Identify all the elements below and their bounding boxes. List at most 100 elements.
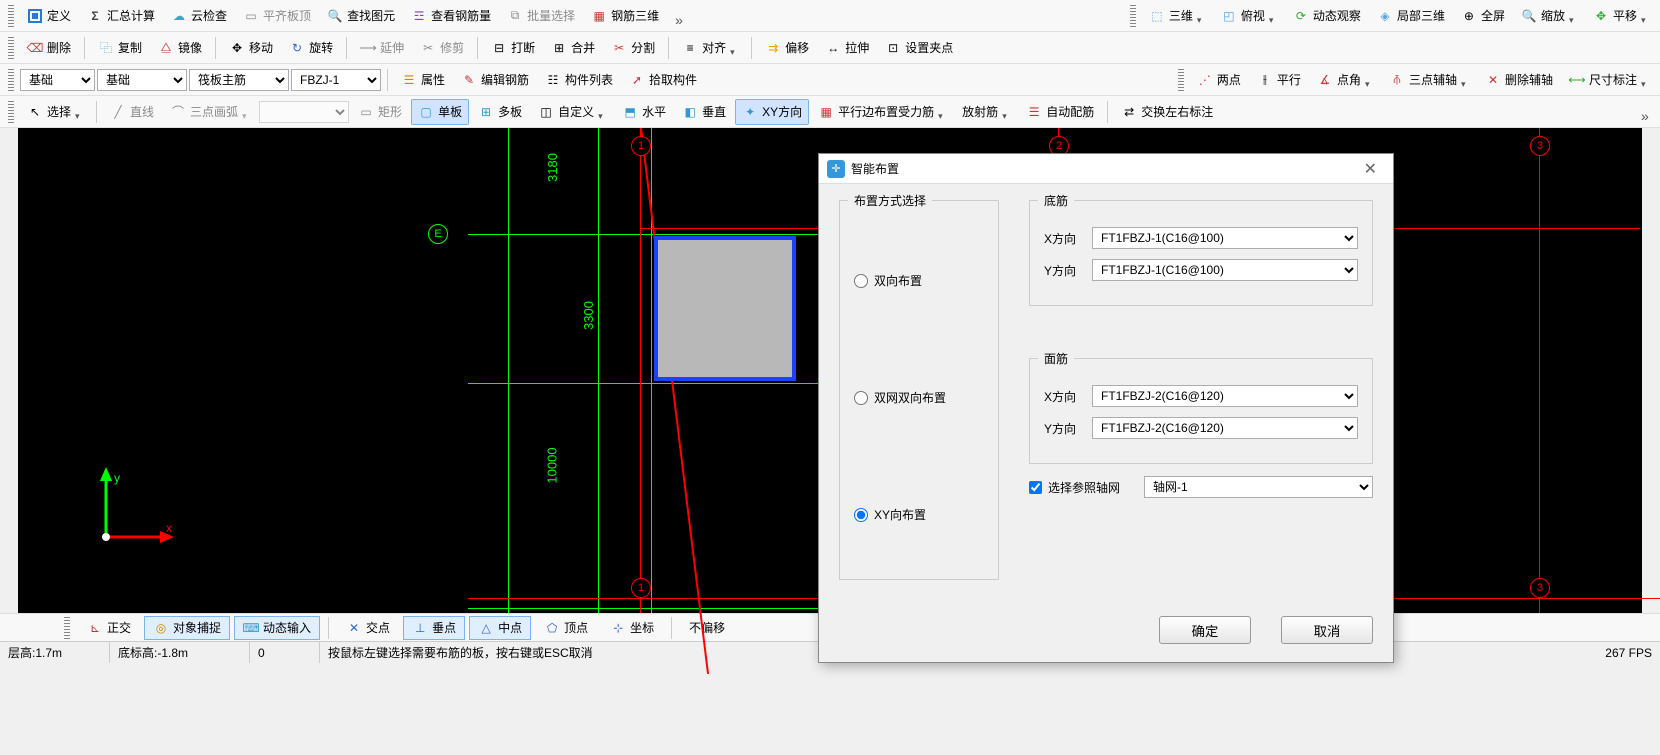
coord-snap[interactable]: ⊹坐标 bbox=[601, 616, 663, 640]
top-x-select[interactable]: FT1FBZJ-2(C16@120) bbox=[1092, 385, 1358, 407]
dimension-button[interactable]: ⟷尺寸标注 bbox=[1562, 67, 1656, 93]
rotate-button[interactable]: ↻旋转 bbox=[282, 35, 340, 61]
no-offset-toggle[interactable]: 不偏移 bbox=[680, 616, 734, 640]
dropdown-icon bbox=[1641, 76, 1649, 84]
mirror-button[interactable]: ⧋镜像 bbox=[151, 35, 209, 61]
line-button[interactable]: ╱直线 bbox=[103, 99, 161, 125]
fullscreen-button[interactable]: ⊕全屏 bbox=[1454, 3, 1512, 29]
toolbar-handle[interactable] bbox=[1130, 5, 1136, 27]
toolbar-handle[interactable] bbox=[8, 5, 14, 27]
toolbar-handle[interactable] bbox=[1178, 69, 1184, 91]
bottom-x-select[interactable]: FT1FBZJ-1(C16@100) bbox=[1092, 227, 1358, 249]
extend-button[interactable]: ⟶延伸 bbox=[353, 35, 411, 61]
parallel-button[interactable]: ⫲平行 bbox=[1250, 67, 1308, 93]
move-button[interactable]: ✥移动 bbox=[222, 35, 280, 61]
three-point-aux-button[interactable]: ⫚三点辅轴 bbox=[1382, 67, 1476, 93]
multi-plate-button[interactable]: ⊞多板 bbox=[471, 99, 529, 125]
auto-rebar-button[interactable]: ☰自动配筋 bbox=[1019, 99, 1101, 125]
radio-xy-input[interactable] bbox=[854, 508, 868, 522]
local-3d-button[interactable]: ◈局部三维 bbox=[1370, 3, 1452, 29]
top-y-select[interactable]: FT1FBZJ-2(C16@120) bbox=[1092, 417, 1358, 439]
category-1-select[interactable]: 基础 bbox=[20, 69, 95, 91]
drawing-canvas[interactable]: 3180 3300 10000 E 1 2 3 1 3 y x ✛ 智能布置 bbox=[0, 128, 1660, 613]
ok-button[interactable]: 确定 bbox=[1159, 616, 1251, 644]
trim-icon: ✂ bbox=[420, 40, 436, 56]
dynamic-input-toggle[interactable]: ⌨动态输入 bbox=[234, 616, 320, 640]
sum-calc-button[interactable]: Σ汇总计算 bbox=[80, 3, 162, 29]
edit-rebar-button[interactable]: ✎编辑钢筋 bbox=[454, 67, 536, 93]
flat-top-button[interactable]: ▭平齐板顶 bbox=[236, 3, 318, 29]
category-2-select[interactable]: 基础 bbox=[97, 69, 187, 91]
angle-button[interactable]: ∡点角 bbox=[1310, 67, 1380, 93]
radio-bidirectional[interactable]: 双向布置 bbox=[854, 272, 984, 289]
toolbar-handle[interactable] bbox=[64, 617, 70, 639]
find-element-button[interactable]: 🔍查找图元 bbox=[320, 3, 402, 29]
toolbar1-overflow[interactable] bbox=[668, 3, 690, 29]
reference-axis-label: 选择参照轴网 bbox=[1048, 479, 1120, 496]
category-4-select[interactable]: FBZJ-1 bbox=[291, 69, 381, 91]
trim-button[interactable]: ✂修剪 bbox=[413, 35, 471, 61]
custom-button[interactable]: ◫自定义 bbox=[531, 99, 613, 125]
ortho-toggle[interactable]: ⊾正交 bbox=[78, 616, 140, 640]
dialog-close-button[interactable]: ✕ bbox=[1356, 157, 1385, 181]
pick-component-button[interactable]: ➚拾取构件 bbox=[622, 67, 704, 93]
top-view-button[interactable]: ◰俯视 bbox=[1214, 3, 1284, 29]
3d-view-button[interactable]: ⬚三维 bbox=[1142, 3, 1212, 29]
split-button[interactable]: ✂分割 bbox=[604, 35, 662, 61]
pan-button[interactable]: ✥平移 bbox=[1586, 3, 1656, 29]
select-button[interactable]: ↖选择 bbox=[20, 99, 90, 125]
offset-button[interactable]: ⇉偏移 bbox=[758, 35, 816, 61]
batch-select-button[interactable]: ⧉批量选择 bbox=[500, 3, 582, 29]
sigma-icon: Σ bbox=[87, 8, 103, 24]
view-rebar-button[interactable]: ☲查看钢筋量 bbox=[404, 3, 498, 29]
rebar-3d-button[interactable]: ▦钢筋三维 bbox=[584, 3, 666, 29]
radio-dual-grid[interactable]: 双网双向布置 bbox=[854, 389, 984, 406]
delete-aux-button[interactable]: ✕删除辅轴 bbox=[1478, 67, 1560, 93]
category-3-select[interactable]: 筏板主筋 bbox=[189, 69, 289, 91]
toolbar-handle[interactable] bbox=[8, 37, 14, 59]
toolbar-handle[interactable] bbox=[8, 69, 14, 91]
merge-button[interactable]: ⊞合并 bbox=[544, 35, 602, 61]
dialog-titlebar[interactable]: ✛ 智能布置 ✕ bbox=[819, 154, 1393, 184]
draw-mode-select[interactable] bbox=[259, 101, 349, 123]
zoom-button[interactable]: 🔍缩放 bbox=[1514, 3, 1584, 29]
reference-axis-select[interactable]: 轴网-1 bbox=[1144, 476, 1373, 498]
vertex-snap[interactable]: ⬠顶点 bbox=[535, 616, 597, 640]
radio-bi-input[interactable] bbox=[854, 274, 868, 288]
perpendicular-snap[interactable]: ⊥垂点 bbox=[403, 616, 465, 640]
properties-button[interactable]: ☰属性 bbox=[394, 67, 452, 93]
rect-button[interactable]: ▭矩形 bbox=[351, 99, 409, 125]
single-plate-button[interactable]: ▢单板 bbox=[411, 99, 469, 125]
delete-button[interactable]: ⌫删除 bbox=[20, 35, 78, 61]
swap-annotation-button[interactable]: ⇄交换左右标注 bbox=[1114, 99, 1220, 125]
properties-icon: ☰ bbox=[401, 72, 417, 88]
horizontal-button[interactable]: ⬒水平 bbox=[615, 99, 673, 125]
cancel-button[interactable]: 取消 bbox=[1281, 616, 1373, 644]
xy-direction-button[interactable]: ✦XY方向 bbox=[735, 99, 809, 125]
radio-xy[interactable]: XY向布置 bbox=[854, 506, 984, 523]
parallel-edge-button[interactable]: ▦平行边布置受力筋 bbox=[811, 99, 953, 125]
set-node-button[interactable]: ⊡设置夹点 bbox=[878, 35, 960, 61]
two-point-button[interactable]: ⋰两点 bbox=[1190, 67, 1248, 93]
midpoint-snap[interactable]: △中点 bbox=[469, 616, 531, 640]
arc-button[interactable]: ⌒三点画弧 bbox=[163, 99, 257, 125]
intersection-snap[interactable]: ✕交点 bbox=[337, 616, 399, 640]
bottom-y-select[interactable]: FT1FBZJ-1(C16@100) bbox=[1092, 259, 1358, 281]
selected-plate[interactable] bbox=[654, 236, 796, 381]
snap-toggle[interactable]: ◎对象捕捉 bbox=[144, 616, 230, 640]
radial-rebar-button[interactable]: 放射筋 bbox=[955, 99, 1017, 125]
component-list-button[interactable]: ☷构件列表 bbox=[538, 67, 620, 93]
cloud-check-button[interactable]: ☁云检查 bbox=[164, 3, 234, 29]
radio-dual-input[interactable] bbox=[854, 391, 868, 405]
vertical-button[interactable]: ◧垂直 bbox=[675, 99, 733, 125]
stretch-icon: ↔ bbox=[825, 40, 841, 56]
define-button[interactable]: 定义 bbox=[20, 3, 78, 29]
reference-axis-checkbox[interactable] bbox=[1029, 481, 1042, 494]
toolbar4-overflow[interactable] bbox=[1634, 99, 1656, 125]
orbit-button[interactable]: ⟳动态观察 bbox=[1286, 3, 1368, 29]
toolbar-handle[interactable] bbox=[8, 101, 14, 123]
break-button[interactable]: ⊟打断 bbox=[484, 35, 542, 61]
align-button[interactable]: ≡对齐 bbox=[675, 35, 745, 61]
stretch-button[interactable]: ↔拉伸 bbox=[818, 35, 876, 61]
copy-button[interactable]: ⿻复制 bbox=[91, 35, 149, 61]
